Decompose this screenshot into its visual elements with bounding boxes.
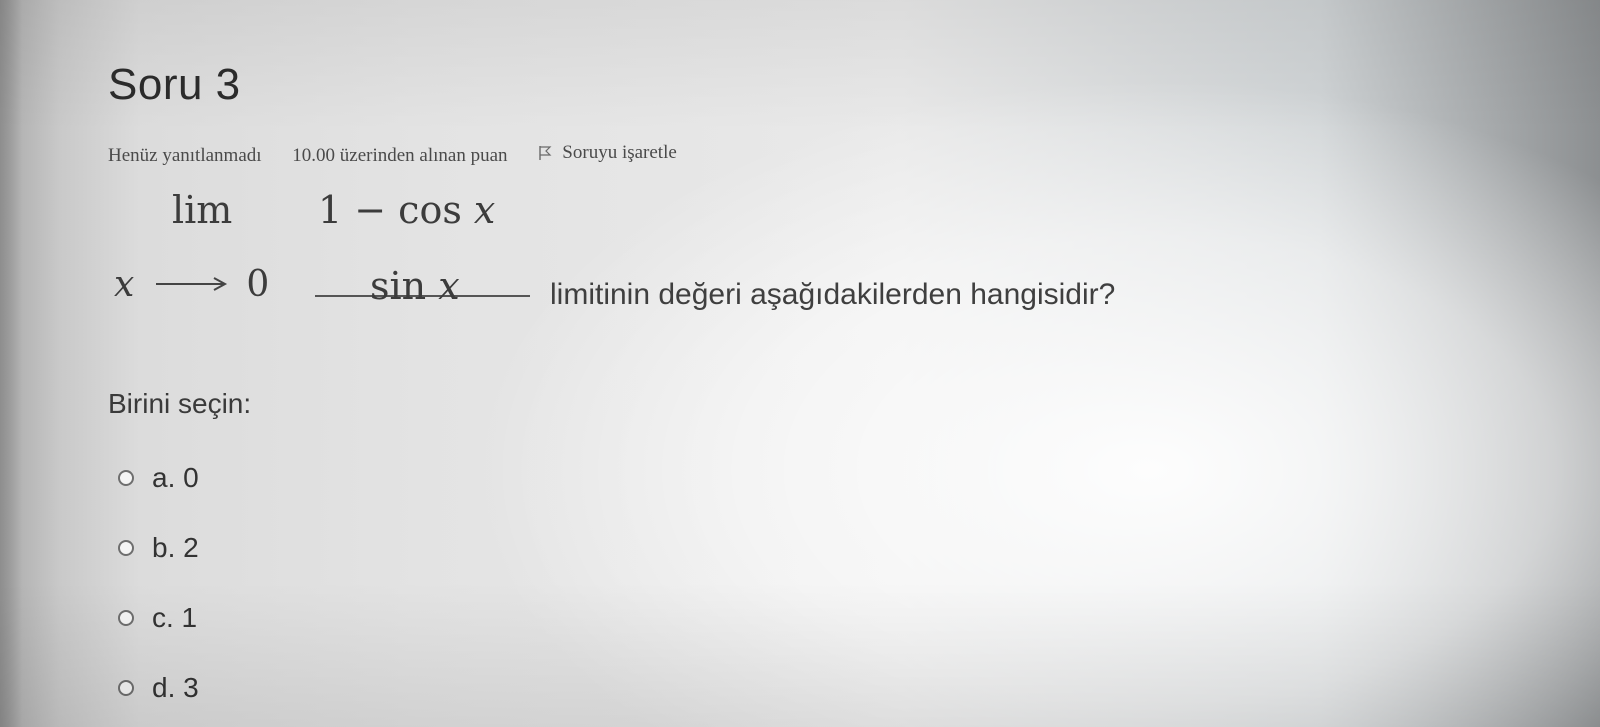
question-grade: 10.00 üzerinden alınan puan xyxy=(292,145,508,166)
radio-icon[interactable] xyxy=(118,610,134,626)
radio-icon[interactable] xyxy=(118,680,134,696)
right-arrow-icon xyxy=(156,277,228,291)
math-numerator: 1 − cos x xyxy=(318,188,495,232)
answer-option-label: d. 3 xyxy=(152,672,199,703)
math-variable: x xyxy=(114,264,135,305)
answer-prompt: Birini seçin: xyxy=(108,388,252,419)
math-denominator-text: sin xyxy=(370,264,439,308)
math-denominator-variable: x xyxy=(438,264,460,308)
math-numerator-text: 1 − cos xyxy=(318,188,474,232)
answer-option-a[interactable]: a. 0 xyxy=(118,443,199,513)
answer-option-label: b. 2 xyxy=(152,532,199,563)
answer-option-label: a. 0 xyxy=(152,462,199,493)
question-title: Soru 3 xyxy=(108,60,241,109)
radio-icon[interactable] xyxy=(118,470,134,486)
math-limit-target: 0 xyxy=(246,264,270,305)
answer-option-c[interactable]: c. 1 xyxy=(118,583,199,653)
screen-edge xyxy=(0,0,22,727)
question-text: lim x 0 1 − cos x sin x limitinin değeri… xyxy=(108,188,1408,378)
flag-question-label: Soruyu işaretle xyxy=(562,142,677,163)
answer-option-label: c. 1 xyxy=(152,602,198,633)
question-status: Henüz yanıtlanmadı xyxy=(108,145,262,166)
question-block: Soru 3 Henüz yanıtlanmadı 10.00 üzerinde… xyxy=(108,58,1540,727)
flag-icon xyxy=(539,146,552,160)
radio-icon[interactable] xyxy=(118,540,134,556)
answer-option-b[interactable]: b. 2 xyxy=(118,513,199,583)
answer-option-d[interactable]: d. 3 xyxy=(118,653,199,723)
math-denominator: sin x xyxy=(370,264,460,308)
math-limit-subscript: x 0 xyxy=(114,264,269,305)
math-numerator-variable: x xyxy=(473,188,496,232)
answer-options: a. 0 b. 2 c. 1 d. 3 xyxy=(118,443,199,723)
question-prompt: limitinin değeri aşağıdakilerden hangisi… xyxy=(550,278,1116,311)
question-info: Henüz yanıtlanmadı 10.00 üzerinden alına… xyxy=(108,142,729,167)
flag-question-link[interactable]: Soruyu işaretle xyxy=(538,142,703,164)
math-lim: lim xyxy=(172,188,233,232)
